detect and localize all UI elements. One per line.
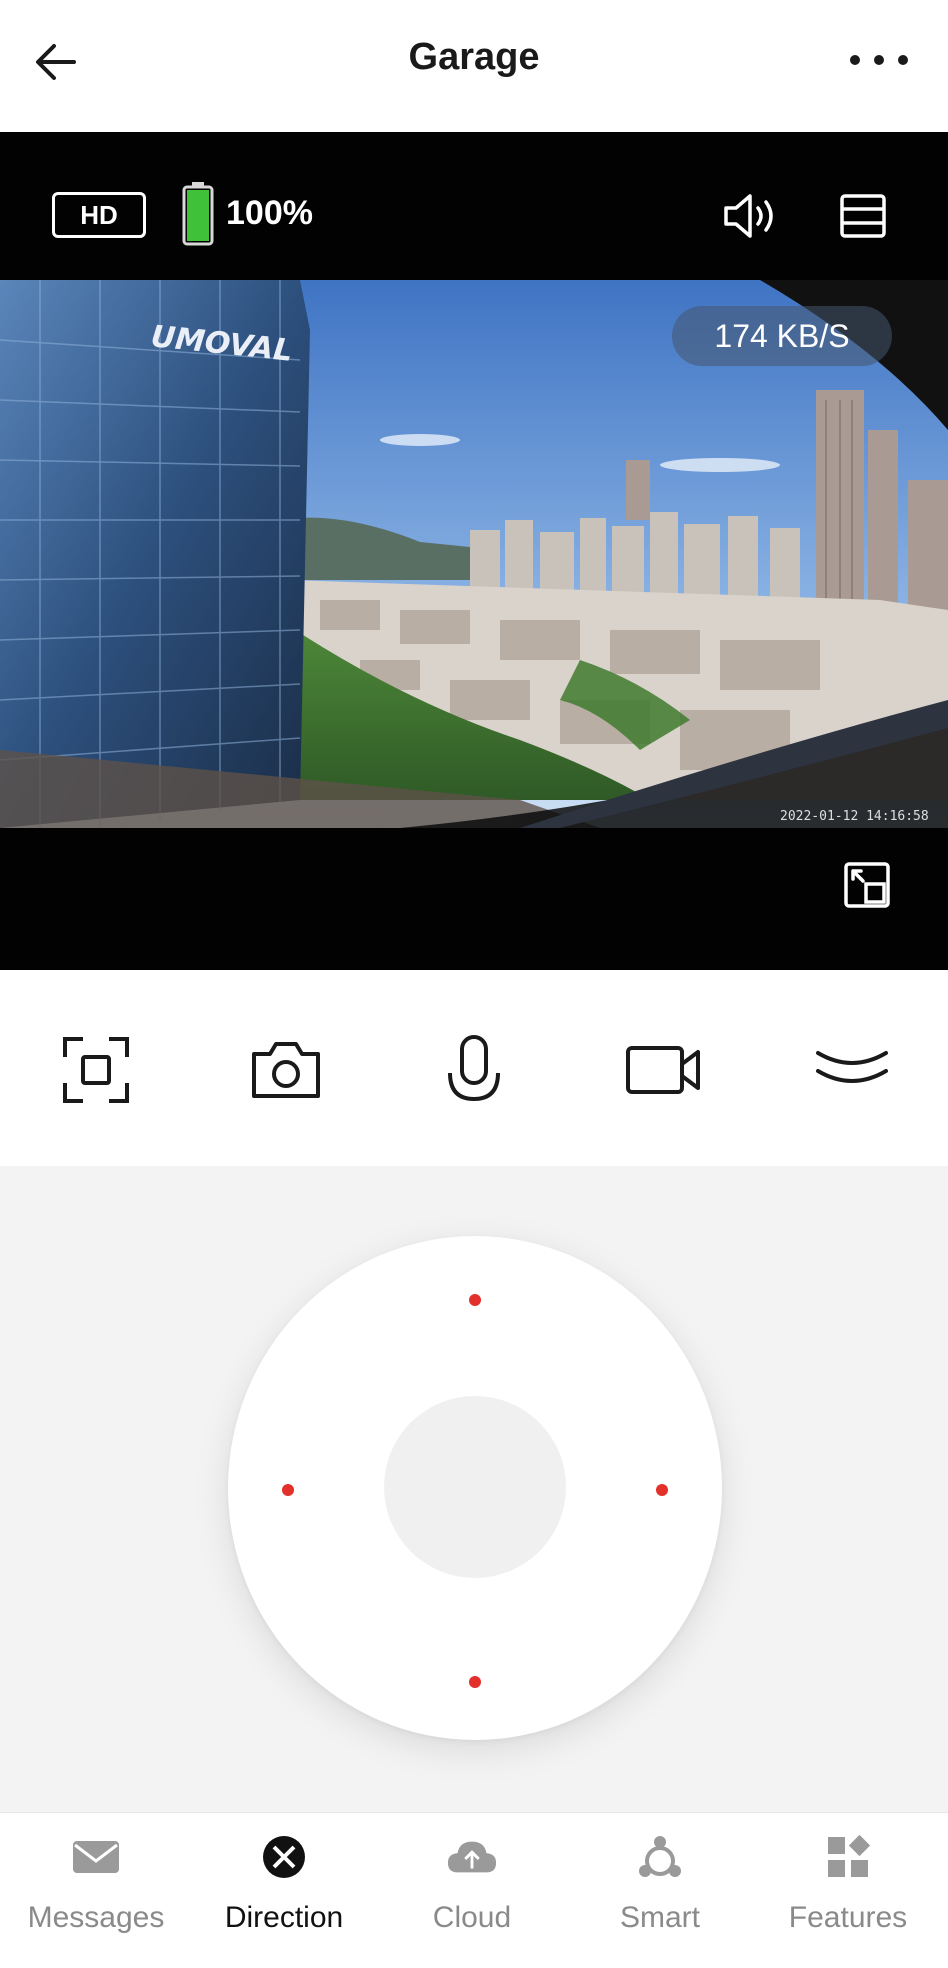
- fit-screen-icon: [63, 1037, 129, 1103]
- quality-toggle-button[interactable]: HD: [52, 192, 146, 238]
- nav-label: Features: [788, 1901, 908, 1934]
- svg-text:2022-01-12 14:16:58: 2022-01-12 14:16:58: [780, 809, 929, 824]
- envelope-icon: [70, 1831, 122, 1883]
- nav-label: Direction: [224, 1901, 344, 1934]
- pan-left-button[interactable]: [228, 1402, 378, 1576]
- nav-label: Cloud: [432, 1901, 512, 1934]
- battery-icon: [182, 182, 214, 246]
- pan-up-button[interactable]: [388, 1236, 562, 1386]
- ptz-control-panel: [0, 1166, 948, 1812]
- snapshot-button[interactable]: [244, 1028, 328, 1112]
- pan-down-button[interactable]: [388, 1590, 562, 1740]
- cloud-icon: [446, 1831, 498, 1883]
- fullscreen-icon: [844, 862, 890, 908]
- direction-center-button[interactable]: [384, 1396, 566, 1578]
- live-video-panel: HD 100% UMOVAL 2022-01-12 14:16:58 174 K…: [0, 132, 948, 970]
- up-indicator: [469, 1294, 481, 1306]
- nav-features[interactable]: Features: [758, 1831, 938, 1951]
- right-indicator: [656, 1484, 668, 1496]
- video-status-bar: HD 100%: [0, 132, 948, 280]
- collapse-button[interactable]: [810, 1028, 894, 1112]
- nav-cloud[interactable]: Cloud: [382, 1831, 562, 1951]
- video-record-icon: [626, 1046, 700, 1094]
- camera-icon: [252, 1042, 320, 1098]
- speaker-icon: [724, 194, 773, 238]
- bottom-navigation: Messages Direction Cloud Smart Features: [0, 1812, 948, 1968]
- page-title: Garage: [408, 36, 540, 78]
- smart-icon: [634, 1831, 686, 1883]
- top-bar: Garage: [0, 0, 948, 132]
- talk-button[interactable]: [432, 1028, 516, 1112]
- layout-toggle-button[interactable]: [838, 192, 888, 240]
- control-toolbar: [0, 970, 948, 1166]
- more-options-button[interactable]: [844, 40, 914, 80]
- more-icon: [850, 55, 908, 65]
- direction-icon: [258, 1831, 310, 1883]
- record-button[interactable]: [622, 1028, 706, 1112]
- microphone-icon: [448, 1035, 500, 1102]
- fullscreen-button[interactable]: [842, 860, 892, 910]
- down-indicator: [469, 1676, 481, 1688]
- nav-smart[interactable]: Smart: [570, 1831, 750, 1951]
- direction-pad[interactable]: [228, 1236, 722, 1740]
- speaker-button[interactable]: [720, 192, 780, 240]
- bitrate-indicator: 174 KB/S: [672, 306, 892, 366]
- nav-messages[interactable]: Messages: [6, 1831, 186, 1951]
- collapse-chevron-icon: [816, 1051, 888, 1083]
- nav-label: Smart: [619, 1901, 700, 1934]
- split-layout-icon: [840, 194, 886, 238]
- app-screen: Garage HD 100% UMOVAL 2022-01-12 14:16:5…: [0, 0, 948, 1968]
- pan-right-button[interactable]: [572, 1402, 722, 1576]
- nav-label: Messages: [27, 1901, 165, 1934]
- fit-screen-button[interactable]: [54, 1028, 138, 1112]
- nav-direction[interactable]: Direction: [194, 1831, 374, 1951]
- battery-percentage: 100%: [226, 194, 313, 232]
- left-indicator: [282, 1484, 294, 1496]
- features-icon: [822, 1831, 874, 1883]
- camera-feed[interactable]: UMOVAL 2022-01-12 14:16:58 174 KB/S: [0, 280, 948, 828]
